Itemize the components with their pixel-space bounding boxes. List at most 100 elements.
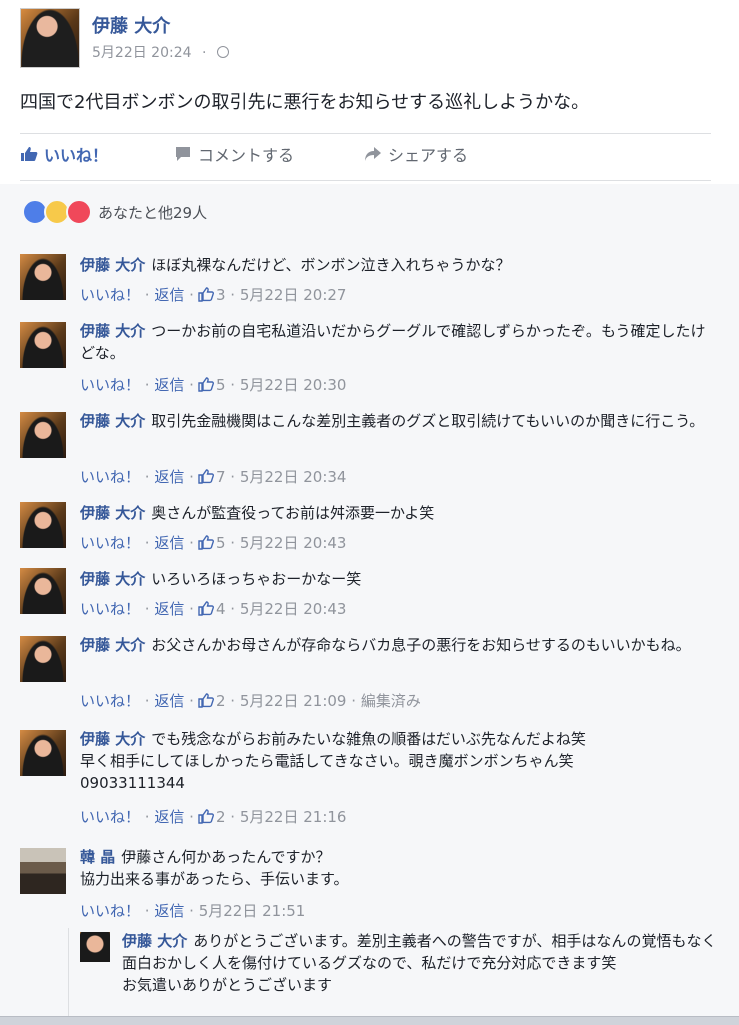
comment-body: 伊藤 大介 ほぼ丸裸なんだけど、ボンボン泣き入れちゃうかな？ — [80, 254, 720, 276]
comment-author[interactable]: 伊藤 大介 — [80, 570, 145, 588]
comment-body: 伊藤 大介 つーかお前の自宅私道沿いだからグーグルで確認しずらかったぞ。もう確定し… — [80, 320, 720, 364]
comment-author[interactable]: 伊藤 大介 — [80, 730, 145, 748]
comment-author[interactable]: 伊藤 大介 — [80, 636, 145, 654]
comment-text: 伊藤さん何かあったんですか？ 協力出来る事があったら、手伝います。 — [80, 848, 349, 888]
comment-body: 伊藤 大介 奥さんが監査役ってお前は舛添要一かよ笑 — [80, 502, 720, 524]
comment-avatar[interactable] — [20, 848, 66, 894]
comment-like-count[interactable]: 4 — [216, 600, 226, 618]
meta-sep: · — [230, 533, 236, 552]
comment-reply-link[interactable]: 返信 — [154, 806, 184, 827]
comment-like-count[interactable]: 2 — [216, 692, 226, 710]
author-avatar[interactable] — [20, 8, 80, 68]
comment-like-link[interactable]: いいね！ — [80, 806, 140, 827]
thumbs-up-icon — [198, 535, 214, 550]
meta-sep: · — [351, 691, 357, 710]
comment-time[interactable]: 5月22日 21:51 — [199, 900, 306, 921]
reply-avatar[interactable] — [80, 932, 110, 962]
globe-icon[interactable] — [216, 46, 229, 58]
comment-body: 伊藤 大介 いろいろほっちゃおーかなー笑 — [80, 568, 720, 590]
reply-body: 伊藤 大介 ありがとうございます。差別主義者への警告ですが、相手はなんの覚悟もなく… — [122, 930, 720, 996]
like-button[interactable]: いいね！ — [20, 142, 108, 166]
meta-sep: · — [144, 807, 150, 826]
post-text: 四国で2代目ボンボンの取引先に悪行をお知らせする巡礼しようかな。 — [20, 92, 590, 113]
comment-avatar[interactable] — [20, 322, 66, 368]
meta-sep: · — [189, 599, 194, 618]
timestamp-text[interactable]: 5月22日 20:24 — [92, 45, 192, 61]
timestamp-separator: · — [201, 45, 207, 61]
comment-time[interactable]: 5月22日 20:43 — [240, 532, 347, 553]
comment-reply-link[interactable]: 返信 — [154, 532, 184, 553]
comment-reply-link[interactable]: 返信 — [154, 690, 184, 711]
comment-meta: いいね！ · 返信 · 5 · 5月22日 20:43 — [80, 532, 346, 553]
comment-reply-link[interactable]: 返信 — [154, 466, 184, 487]
post-timestamp[interactable]: 5月22日 20:24 · — [92, 42, 229, 62]
meta-sep: · — [144, 467, 150, 486]
comment-time[interactable]: 5月22日 20:27 — [240, 284, 347, 305]
comment-author[interactable]: 伊藤 大介 — [80, 504, 145, 522]
meta-sep: · — [230, 691, 236, 710]
comment-reply-link[interactable]: 返信 — [154, 900, 184, 921]
comment-author[interactable]: 伊藤 大介 — [80, 322, 145, 340]
meta-sep: · — [230, 285, 236, 304]
comment-reply-link[interactable]: 返信 — [154, 598, 184, 619]
comment-like-link[interactable]: いいね！ — [80, 374, 140, 395]
comment-like-link[interactable]: いいね！ — [80, 598, 140, 619]
thumbs-up-icon — [21, 147, 38, 161]
comment-like-count[interactable]: 5 — [216, 534, 226, 552]
comment-author[interactable]: 韓 晶 — [80, 848, 115, 866]
comment-label: コメントする — [198, 146, 295, 165]
comment-time[interactable]: 5月22日 20:43 — [240, 598, 347, 619]
meta-sep: · — [230, 599, 236, 618]
comment-meta: いいね！ · 返信 · 2 · 5月22日 21:09 · 編集済み — [80, 690, 421, 711]
comment-reply-link[interactable]: 返信 — [154, 374, 184, 395]
comment-time[interactable]: 5月22日 20:34 — [240, 466, 347, 487]
action-bar: いいね！ コメントする シェアする — [20, 142, 710, 174]
comment-like-count[interactable]: 5 — [216, 376, 226, 394]
comment-author[interactable]: 伊藤 大介 — [80, 256, 145, 274]
share-label: シェアする — [388, 146, 469, 165]
comment-body: 伊藤 大介 お父さんかお母さんが存命ならバカ息子の悪行をお知らせするのもいいかもね… — [80, 634, 720, 656]
author-name[interactable]: 伊藤 大介 — [92, 12, 170, 38]
comment-body: 伊藤 大介 でも残念ながらお前みたいな雑魚の順番はだいぶ先なんだよね笑 早く相手に… — [80, 728, 720, 794]
comment-author[interactable]: 伊藤 大介 — [80, 412, 145, 430]
comment-avatar[interactable] — [20, 254, 66, 300]
comment-time[interactable]: 5月22日 21:16 — [240, 806, 347, 827]
comment-time[interactable]: 5月22日 20:30 — [240, 374, 347, 395]
meta-sep: · — [189, 807, 194, 826]
comment-reply-link[interactable]: 返信 — [154, 284, 184, 305]
comment-avatar[interactable] — [20, 636, 66, 682]
comment-icon — [176, 147, 190, 161]
meta-sep: · — [230, 467, 236, 486]
comment-like-count[interactable]: 7 — [216, 468, 226, 486]
comment-time[interactable]: 5月22日 21:09 — [240, 690, 347, 711]
comment-text: 取引先金融機関はこんな差別主義者のグズと取引続けてもいいのか聞きに行こう。 — [151, 412, 705, 430]
love-icon — [66, 199, 92, 225]
like-label: いいね！ — [44, 146, 109, 165]
reply-author[interactable]: 伊藤 大介 — [122, 932, 187, 950]
comment-avatar[interactable] — [20, 502, 66, 548]
edited-label[interactable]: 編集済み — [361, 690, 421, 711]
comment-like-link[interactable]: いいね！ — [80, 466, 140, 487]
comment-like-link[interactable]: いいね！ — [80, 900, 140, 921]
thumbs-up-icon — [198, 693, 214, 708]
comment-like-link[interactable]: いいね！ — [80, 284, 140, 305]
thumbs-up-icon — [198, 287, 214, 302]
share-button[interactable]: シェアする — [364, 142, 468, 166]
comment-like-link[interactable]: いいね！ — [80, 690, 140, 711]
comment-avatar[interactable] — [20, 730, 66, 776]
comment-text: でも残念ながらお前みたいな雑魚の順番はだいぶ先なんだよね笑 早く相手にしてほしか… — [80, 730, 586, 792]
thumbs-up-icon — [198, 469, 214, 484]
comment-like-link[interactable]: いいね！ — [80, 532, 140, 553]
meta-sep: · — [144, 599, 150, 618]
comment-text: ほぼ丸裸なんだけど、ボンボン泣き入れちゃうかな？ — [151, 256, 511, 274]
comment-text: つーかお前の自宅私道沿いだからグーグルで確認しずらかったぞ。もう確定したけどな。 — [80, 322, 706, 362]
comment-avatar[interactable] — [20, 412, 66, 458]
comment-like-count[interactable]: 2 — [216, 808, 226, 826]
meta-sep: · — [189, 467, 194, 486]
reactions-text[interactable]: あなたと他29人 — [98, 202, 207, 223]
comment-button[interactable]: コメントする — [174, 142, 294, 166]
comment-like-count[interactable]: 3 — [216, 286, 226, 304]
reactions-summary[interactable]: あなたと他29人 — [22, 199, 207, 225]
comment-avatar[interactable] — [20, 568, 66, 614]
meta-sep: · — [230, 375, 236, 394]
